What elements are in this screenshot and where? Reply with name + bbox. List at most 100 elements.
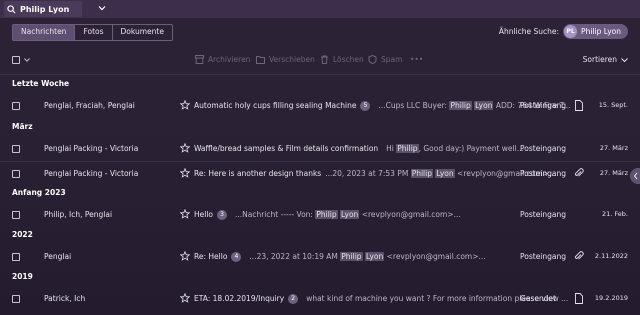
- date: 2.11.2022: [594, 252, 628, 260]
- message-row[interactable]: Philip, Ich, Penglai Hello 3 ...Nachrich…: [0, 205, 640, 225]
- top-bar: Philip Lyon: [0, 0, 640, 18]
- snippet-text: ...Nachricht ----- Von:: [235, 210, 316, 219]
- subject-line: ETA: 18.02.2019/Inquiry 2 what kind of m…: [194, 293, 568, 304]
- message-row[interactable]: Penglai, Fraciah, Penglai Automatic holy…: [0, 96, 640, 116]
- search-input[interactable]: Philip Lyon: [20, 5, 69, 14]
- sender: Penglai, Fraciah, Penglai: [44, 101, 135, 110]
- group-header: Anfang 2023: [12, 188, 66, 197]
- message-row[interactable]: Patrick, Ich ETA: 18.02.2019/Inquiry 2 w…: [0, 289, 640, 309]
- snippet-highlight: Lyon: [474, 101, 494, 110]
- group-header: 2019: [12, 272, 33, 281]
- group-header: März: [12, 122, 33, 131]
- divider: [0, 161, 640, 162]
- thread-count-badge: 3: [217, 209, 228, 220]
- chevron-down-icon[interactable]: [24, 57, 30, 63]
- subject: Automatic holy cups filling sealing Mach…: [194, 101, 357, 110]
- tab-photos[interactable]: Fotos: [75, 25, 113, 40]
- message-row[interactable]: Penglai Re: Hello 4 ...23, 2022 at 10:19…: [0, 247, 640, 267]
- snippet-text: <revplyon@gmail.com>...: [359, 210, 461, 219]
- divider: [0, 74, 640, 75]
- subject: Re: Here is another design thanks: [194, 169, 322, 178]
- snippet-highlight: Lyon: [364, 252, 385, 261]
- document-icon: [575, 100, 583, 111]
- similar-search-chip[interactable]: PL Philip Lyon: [563, 24, 628, 39]
- tab-messages[interactable]: Nachrichten: [13, 25, 76, 40]
- subject: ETA: 18.02.2019/Inquiry: [194, 294, 285, 303]
- move-label: Verschieben: [269, 55, 315, 64]
- chevron-down-icon[interactable]: [98, 4, 106, 12]
- spam-button[interactable]: Spam: [368, 55, 402, 64]
- group-header: 2022: [12, 230, 33, 239]
- toolbar: Archivieren Verschieben Löschen Spam •••…: [0, 50, 640, 70]
- scroll-handle[interactable]: [630, 168, 640, 184]
- message-row[interactable]: Penglai Packing - Victoria Re: Here is a…: [0, 164, 640, 184]
- row-checkbox[interactable]: [12, 145, 20, 153]
- snippet-text: , Good day:) Payment well...: [418, 144, 524, 153]
- sort-label: Sortieren: [582, 55, 617, 64]
- row-checkbox[interactable]: [12, 170, 20, 178]
- sender: Penglai: [44, 252, 72, 261]
- row-checkbox[interactable]: [12, 102, 20, 110]
- folder-label: Gesendet: [520, 294, 557, 303]
- date: 21. Feb.: [602, 210, 628, 218]
- subject: Re: Hello: [194, 252, 228, 261]
- chevron-down-icon: [621, 57, 628, 62]
- star-icon[interactable]: [180, 168, 190, 178]
- snippet-highlight: Lyon: [340, 210, 360, 219]
- snippet: ...Nachricht ----- Von: Philip Lyon <rev…: [235, 210, 461, 219]
- shield-icon: [368, 55, 377, 64]
- trash-icon: [321, 55, 328, 64]
- subject: Waffle/bread samples & Film details conf…: [194, 144, 379, 153]
- message-row[interactable]: Penglai Packing - Victoria Waffle/bread …: [0, 139, 640, 159]
- chevron-left-icon: [633, 172, 638, 180]
- snippet-text: ...Cups LLC Buyer:: [378, 101, 450, 110]
- snippet-text: ...20, 2023 at 7:53 PM: [325, 169, 411, 178]
- folder-label: Posteingang: [520, 252, 567, 261]
- search-box[interactable]: Philip Lyon: [4, 1, 82, 17]
- sender: Penglai Packing - Victoria: [44, 144, 139, 153]
- search-tabs: Nachrichten Fotos Dokumente: [12, 24, 173, 41]
- subject-line: Automatic holy cups filling sealing Mach…: [194, 100, 571, 111]
- subject: Hello: [194, 210, 214, 219]
- more-actions-button[interactable]: •••: [410, 55, 423, 64]
- archive-label: Archivieren: [208, 55, 251, 64]
- subject-line: Hello 3 ...Nachricht ----- Von: Philip L…: [194, 209, 461, 220]
- select-all-checkbox[interactable]: [12, 56, 20, 64]
- thread-count-badge: 2: [288, 293, 299, 304]
- star-icon[interactable]: [180, 100, 190, 110]
- star-icon[interactable]: [180, 293, 190, 303]
- snippet-highlight: Lyon: [435, 169, 455, 178]
- row-checkbox[interactable]: [12, 295, 20, 303]
- folder-label: Posteingang: [520, 169, 567, 178]
- star-icon[interactable]: [180, 251, 190, 261]
- archive-button[interactable]: Archivieren: [195, 55, 250, 64]
- star-icon[interactable]: [180, 143, 190, 153]
- sender: Patrick, Ich: [44, 294, 86, 303]
- snippet-highlight: Philip: [396, 144, 419, 153]
- sort-button[interactable]: Sortieren: [583, 55, 628, 64]
- similar-search-label: Ähnliche Suche:: [498, 27, 560, 36]
- row-checkbox[interactable]: [12, 253, 20, 261]
- delete-button[interactable]: Löschen: [320, 55, 364, 64]
- document-icon: [575, 293, 583, 304]
- tab-documents[interactable]: Dokumente: [113, 25, 172, 40]
- date: 27. März: [599, 144, 628, 152]
- snippet-highlight: Philip: [340, 252, 363, 261]
- paperclip-icon: [575, 251, 584, 260]
- date: 15. Sept.: [598, 101, 628, 109]
- snippet-highlight: Philip: [449, 101, 472, 110]
- snippet-highlight: Philip: [315, 210, 338, 219]
- snippet: ...23, 2022 at 10:19 AM Philip Lyon <rev…: [249, 252, 486, 261]
- sender: Penglai Packing - Victoria: [44, 169, 139, 178]
- spam-label: Spam: [381, 55, 403, 64]
- group-header: Letzte Woche: [12, 79, 70, 88]
- move-button[interactable]: Verschieben: [256, 55, 315, 64]
- date: 19.2.2019: [594, 294, 628, 302]
- folder-label: Posteingang: [520, 144, 567, 153]
- subject-line: Re: Here is another design thanks ...20,…: [194, 168, 556, 179]
- sender: Philip, Ich, Penglai: [44, 210, 113, 219]
- row-checkbox[interactable]: [12, 211, 20, 219]
- thread-count-badge: 4: [231, 251, 242, 262]
- snippet-text: Hi: [386, 144, 397, 153]
- star-icon[interactable]: [180, 209, 190, 219]
